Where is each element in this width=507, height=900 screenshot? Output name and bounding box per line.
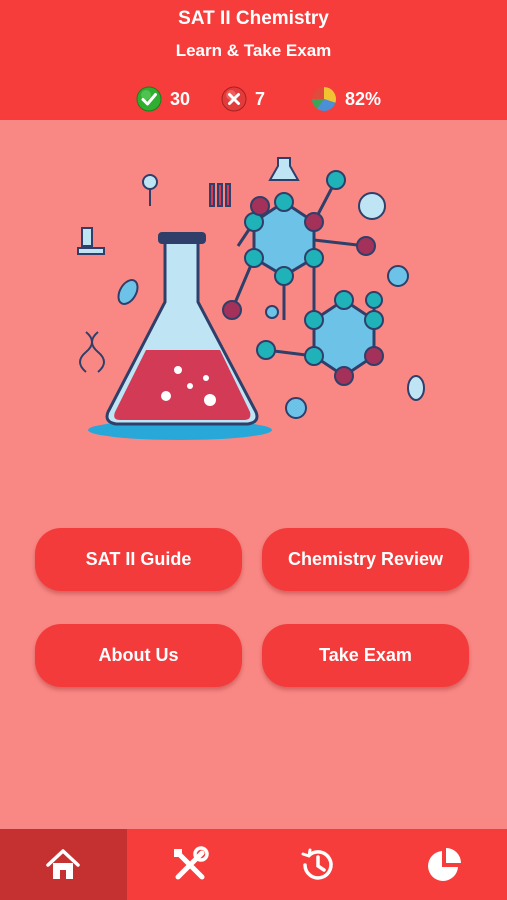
check-icon <box>136 86 162 112</box>
score-percent: 82% <box>345 88 382 109</box>
app-subtitle: Learn & Take Exam <box>175 41 332 60</box>
stats-bar: 30 7 82% <box>0 86 507 114</box>
chemistry-review-button[interactable]: Chemistry Review <box>262 528 469 591</box>
about-us-button[interactable]: About Us <box>35 624 242 687</box>
dna-icon <box>79 331 105 373</box>
sat-guide-button[interactable]: SAT II Guide <box>35 528 242 591</box>
history-icon <box>301 848 333 880</box>
microscope-icon <box>77 227 105 255</box>
app-header: SAT II Chemistry Learn & Take Exam 30 7 <box>0 0 507 120</box>
tab-history[interactable] <box>254 829 381 900</box>
tab-home[interactable] <box>0 829 127 900</box>
app-title: SAT II Chemistry <box>178 8 329 29</box>
beaker-small-icon <box>268 157 300 181</box>
cross-icon <box>221 86 247 112</box>
bottom-tab-bar <box>0 829 507 900</box>
flask-icon <box>88 232 272 440</box>
wrong-stat: 7 <box>221 86 265 112</box>
correct-stat: 30 <box>136 86 190 112</box>
score-stat: 82% <box>311 86 381 112</box>
bacteria-icon <box>117 279 139 305</box>
chemistry-illustration <box>77 157 425 440</box>
magnifier-icon <box>142 174 158 206</box>
tab-tools[interactable] <box>127 829 254 900</box>
petri-dish-icon <box>358 192 386 220</box>
wrong-count: 7 <box>255 88 266 109</box>
pie-chart-icon <box>427 847 461 881</box>
score-pie-icon <box>312 87 336 111</box>
home-icon <box>46 848 81 879</box>
tab-statistics[interactable] <box>380 829 507 900</box>
test-tubes-icon <box>209 183 231 207</box>
take-exam-button[interactable]: Take Exam <box>262 624 469 687</box>
correct-count: 30 <box>170 88 191 109</box>
tools-icon <box>174 845 209 879</box>
